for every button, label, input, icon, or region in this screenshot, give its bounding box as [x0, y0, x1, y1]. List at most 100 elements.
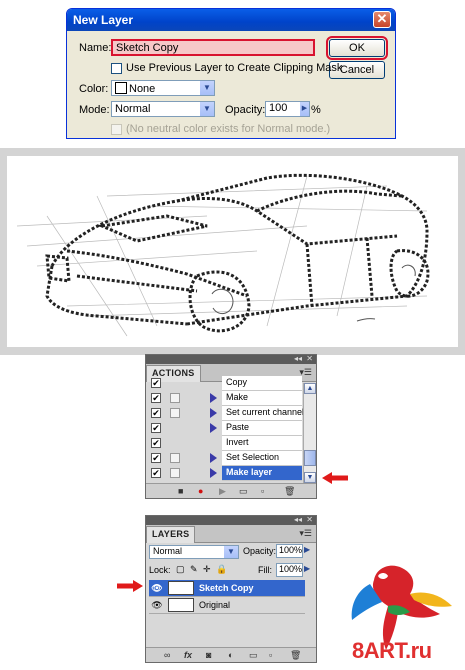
layers-tabrow: LAYERS ▾☰	[146, 525, 316, 543]
close-icon[interactable]: ✕	[306, 354, 313, 363]
clipping-mask-checkbox[interactable]	[111, 63, 122, 74]
lock-pixels-icon[interactable]: ✎	[190, 564, 198, 575]
chevron-down-icon: ▼	[224, 546, 238, 558]
layers-panel: ◂◂ ✕ LAYERS ▾☰ Normal ▼ Opacity: 100% ▶ …	[145, 515, 317, 663]
new-layer-icon[interactable]: ▫	[269, 650, 272, 660]
expand-triangle-icon[interactable]	[210, 408, 217, 418]
dialog-toggle-icon[interactable]	[170, 453, 180, 463]
visibility-eye-icon[interactable]: 👁	[151, 600, 163, 611]
action-row[interactable]: ✔ Set Selection	[149, 451, 302, 466]
actions-panel: ◂◂ ✕ ACTIONS ▾☰ ✔ Copy ✔ Make ✔ Set curr…	[145, 354, 317, 499]
link-icon[interactable]: ∞	[164, 650, 170, 660]
close-icon[interactable]: ✕	[373, 11, 391, 28]
action-label: Invert	[222, 436, 302, 451]
opacity-slider-toggle[interactable]: ▶	[300, 101, 310, 117]
opacity-label: Opacity:	[243, 546, 277, 556]
neutral-color-checkbox[interactable]	[111, 124, 122, 135]
lock-transparent-icon[interactable]: ▢	[176, 564, 185, 575]
lock-all-icon[interactable]: 🔒	[216, 564, 227, 575]
neutral-color-label: (No neutral color exists for Normal mode…	[126, 123, 331, 135]
action-row[interactable]: ✔ Invert	[149, 436, 302, 451]
ok-button[interactable]: OK	[326, 36, 388, 60]
expand-triangle-icon[interactable]	[210, 393, 217, 403]
action-label: Set Selection	[222, 451, 302, 466]
action-label: Copy	[222, 376, 302, 391]
opacity-input[interactable]: 100	[265, 101, 301, 117]
action-row[interactable]: ✔ Make	[149, 391, 302, 406]
layer-row-selected[interactable]: 👁 Sketch Copy	[149, 580, 305, 597]
check-icon[interactable]: ✔	[151, 438, 161, 448]
fill-input[interactable]: 100%	[276, 563, 303, 577]
layer-name-input[interactable]: Sketch Copy	[111, 39, 315, 56]
layer-row[interactable]: 👁 Original	[149, 597, 305, 614]
chevron-down-icon: ▼	[200, 102, 214, 116]
expand-triangle-icon[interactable]	[210, 468, 217, 478]
adjustment-icon[interactable]: ◐	[228, 650, 233, 660]
opacity-label: Opacity:	[225, 104, 266, 116]
blend-mode-select[interactable]: Normal ▼	[149, 545, 239, 559]
check-icon[interactable]: ✔	[151, 468, 161, 478]
collapse-icon[interactable]: ◂◂	[294, 515, 302, 524]
play-icon[interactable]: ▶	[219, 486, 226, 497]
visibility-eye-icon[interactable]: 👁	[151, 583, 163, 594]
layer-opacity-input[interactable]: 100%	[276, 544, 303, 558]
action-row[interactable]: ✔ Copy	[149, 376, 302, 391]
action-row[interactable]: ✔ Set current channel	[149, 406, 304, 421]
expand-triangle-icon[interactable]	[210, 453, 217, 463]
dialog-title: New Layer	[73, 13, 134, 27]
car-sketch-drawing	[16, 173, 430, 337]
trash-icon[interactable]: 🗑	[284, 486, 295, 497]
mask-icon[interactable]: ◙	[206, 650, 211, 660]
action-row[interactable]: ✔ Paste	[149, 421, 302, 436]
collapse-icon[interactable]: ◂◂	[294, 354, 302, 363]
dialog-titlebar: New Layer ✕	[67, 9, 395, 31]
action-label: Paste	[222, 421, 302, 436]
action-label: Make	[222, 391, 302, 406]
fill-label: Fill:	[258, 565, 272, 575]
expand-triangle-icon[interactable]	[210, 423, 217, 433]
scroll-up-icon[interactable]: ▲	[304, 383, 316, 394]
panel-menu-icon[interactable]: ▾☰	[299, 528, 312, 539]
group-icon[interactable]: ▭	[249, 650, 258, 661]
new-set-icon[interactable]: ▭	[239, 486, 248, 497]
dialog-toggle-icon[interactable]	[170, 468, 180, 478]
actions-toolbar: ■ ● ▶ ▭ ▫ 🗑	[146, 483, 316, 498]
new-action-icon[interactable]: ▫	[261, 486, 264, 496]
lock-position-icon[interactable]: ✛	[203, 564, 211, 575]
mode-select[interactable]: Normal ▼	[111, 101, 215, 117]
action-label: Make layer	[222, 466, 302, 481]
scroll-down-icon[interactable]: ▼	[304, 472, 316, 483]
actions-scrollbar[interactable]: ▲ ▼	[303, 383, 316, 483]
panel-topbar: ◂◂ ✕	[146, 515, 316, 525]
chevron-right-icon[interactable]: ▶	[304, 564, 310, 573]
trash-icon[interactable]: 🗑	[290, 650, 301, 661]
opacity-unit: %	[311, 104, 321, 116]
mode-label: Mode:	[79, 104, 110, 116]
dialog-toggle-icon[interactable]	[170, 408, 180, 418]
stop-icon[interactable]: ■	[178, 486, 183, 496]
chevron-right-icon: ▶	[300, 102, 309, 116]
record-icon[interactable]: ●	[198, 486, 203, 496]
name-label: Name:	[79, 42, 112, 54]
check-icon[interactable]: ✔	[151, 408, 161, 418]
scroll-thumb[interactable]	[304, 450, 316, 466]
sketch-frame	[0, 148, 465, 355]
red-arrow-icon	[322, 472, 348, 484]
car-sketch-image	[7, 156, 458, 347]
color-value: None	[129, 83, 156, 95]
color-select[interactable]: None ▼	[111, 80, 215, 96]
chevron-right-icon[interactable]: ▶	[304, 545, 310, 554]
new-layer-dialog: New Layer ✕ Name: Sketch Copy OK Cancel …	[66, 8, 396, 139]
check-icon[interactable]: ✔	[151, 378, 161, 388]
action-row-selected[interactable]: ✔ Make layer	[149, 466, 302, 481]
check-icon[interactable]: ✔	[151, 393, 161, 403]
action-label: Set current channel	[222, 406, 304, 421]
check-icon[interactable]: ✔	[151, 453, 161, 463]
layer-name: Original	[199, 600, 231, 610]
dialog-toggle-icon[interactable]	[170, 393, 180, 403]
fx-icon[interactable]: fx	[184, 650, 192, 660]
check-icon[interactable]: ✔	[151, 423, 161, 433]
tab-layers[interactable]: LAYERS	[146, 526, 196, 543]
close-icon[interactable]: ✕	[306, 515, 313, 524]
layer-thumbnail	[168, 598, 194, 612]
